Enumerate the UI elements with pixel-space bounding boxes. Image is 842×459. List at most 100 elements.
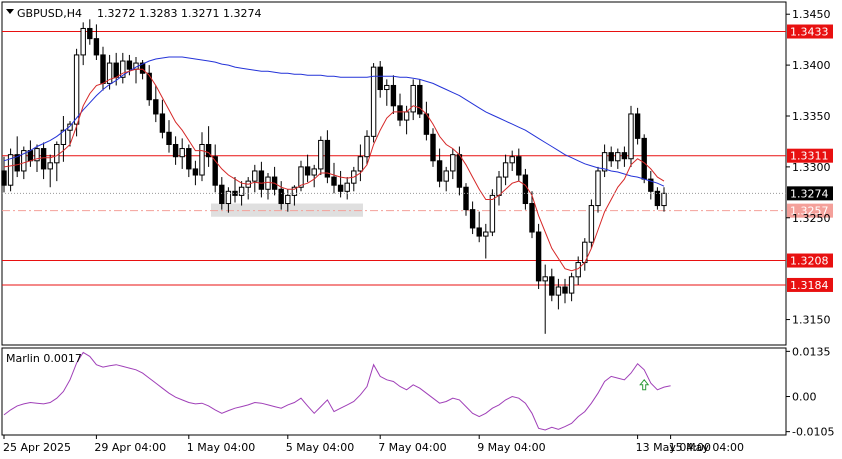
- candle-body: [588, 205, 595, 243]
- candle-body: [443, 170, 449, 182]
- candle-body: [344, 182, 350, 192]
- candle-body: [258, 170, 265, 190]
- candle-body: [298, 166, 304, 188]
- y-tick-label-3: 1.3300: [792, 161, 831, 174]
- candle-1: [7, 148, 14, 192]
- level-tag-text-3: 1.3208: [790, 255, 829, 268]
- candle-body: [278, 188, 284, 205]
- candle-body: [100, 54, 106, 84]
- chart-canvas: 1.34331.33111.32571.32081.31841.34501.34…: [1, 1, 834, 454]
- candle-79: [522, 168, 529, 210]
- oscillator-panel: 0.0135 0.00 -0.0105 Marlin 0.0017: [1, 345, 834, 439]
- candle-body: [370, 66, 377, 137]
- candle-body: [661, 192, 667, 207]
- candle-95: [628, 105, 634, 167]
- symbol-label: GBPUSD,H4: [17, 7, 82, 20]
- candle-body: [219, 184, 225, 205]
- candle-body: [364, 135, 370, 158]
- candle-body: [595, 170, 601, 207]
- candle-body: [456, 154, 463, 188]
- candle-body: [186, 148, 192, 170]
- candle-body: [265, 176, 271, 190]
- candle-body: [73, 54, 80, 125]
- candle-body: [628, 113, 634, 160]
- x-tick-label-3: 5 May 04:00: [286, 441, 354, 454]
- y-tick-label-4: 1.3250: [792, 212, 831, 225]
- candle-body: [535, 231, 542, 282]
- candle-body: [113, 62, 119, 78]
- x-tick-label-2: 1 May 04:00: [187, 441, 255, 454]
- x-tick-label-7: 15 May 04:00: [669, 441, 744, 454]
- candle-body: [469, 209, 476, 229]
- y-tick-label-1: 1.3400: [792, 59, 831, 72]
- candle-74: [489, 189, 496, 237]
- candle-81: [535, 223, 542, 290]
- candle-body: [166, 131, 172, 145]
- candle-body: [192, 168, 199, 176]
- candle-body: [40, 148, 47, 170]
- candle-11: [73, 48, 80, 137]
- candle-body: [357, 156, 364, 172]
- candle-body: [621, 152, 628, 160]
- candle-body: [634, 113, 641, 139]
- candle-body: [542, 276, 548, 282]
- candle-body: [252, 170, 258, 182]
- y-tick-label-0: 1.3450: [792, 8, 831, 21]
- candle-body: [568, 276, 575, 294]
- x-tick-label-1: 29 Apr 04:00: [94, 441, 166, 454]
- current-price-text: 1.3274: [790, 187, 829, 200]
- candle-body: [47, 162, 53, 170]
- candle-body: [172, 143, 179, 158]
- osc-tick-label-0: 0.0135: [792, 345, 831, 358]
- candle-65: [430, 128, 436, 167]
- candle-body: [390, 84, 397, 107]
- header: GBPUSD,H4 1.3272 1.3283 1.3271 1.3274: [6, 7, 261, 20]
- candle-body: [529, 203, 535, 233]
- candle-body: [384, 84, 390, 91]
- oscillator-axis: 0.0135 0.00 -0.0105: [786, 345, 834, 439]
- candle-body: [476, 227, 482, 237]
- candle-body: [397, 105, 403, 121]
- main-panel-frame: [1, 1, 787, 346]
- candle-body: [377, 66, 383, 91]
- candle-body: [27, 150, 34, 162]
- candle-body: [80, 27, 86, 56]
- candle-body: [549, 276, 555, 296]
- time-axis: 25 Apr 2025 29 Apr 04:00 1 May 04:00 5 May …: [3, 435, 744, 454]
- candle-89: [588, 199, 595, 249]
- candle-body: [410, 84, 416, 113]
- price-axis: 1.34331.33111.32571.32081.31841.34501.34…: [786, 8, 833, 327]
- candle-body: [126, 60, 133, 70]
- candle-body: [516, 156, 522, 176]
- candle-body: [654, 190, 661, 207]
- candle-body: [430, 133, 436, 162]
- candle-body: [324, 139, 331, 178]
- main-panel: 1.34331.33111.32571.32081.31841.34501.34…: [1, 1, 833, 346]
- candle-56: [370, 63, 377, 143]
- candle-body: [318, 139, 324, 170]
- candle-body: [502, 162, 509, 178]
- candle-body: [311, 168, 317, 176]
- candle-body: [87, 27, 93, 40]
- candle-body: [496, 176, 502, 196]
- candle-body: [93, 38, 100, 56]
- osc-tick-label-1: 0.00: [792, 391, 817, 404]
- candle-body: [337, 184, 344, 192]
- candle-body: [483, 231, 489, 237]
- candle-body: [615, 152, 621, 162]
- x-tick-label-4: 7 May 04:00: [378, 441, 446, 454]
- candle-body: [608, 152, 614, 162]
- candle-body: [562, 286, 568, 294]
- candle-63: [417, 79, 423, 119]
- candle-body: [450, 154, 456, 172]
- ohlc-values: 1.3272 1.3283 1.3271 1.3274: [97, 7, 261, 20]
- candle-body: [489, 194, 496, 233]
- candle-body: [641, 137, 647, 180]
- candle-body: [199, 143, 205, 176]
- candle-90: [595, 166, 601, 213]
- level-tag-text-0: 1.3433: [790, 26, 829, 39]
- candle-97: [641, 134, 647, 184]
- osc-tick-label-2: -0.0105: [792, 426, 834, 439]
- oscillator-panel-frame: [1, 347, 787, 436]
- oscillator-label: Marlin 0.0017: [6, 352, 82, 365]
